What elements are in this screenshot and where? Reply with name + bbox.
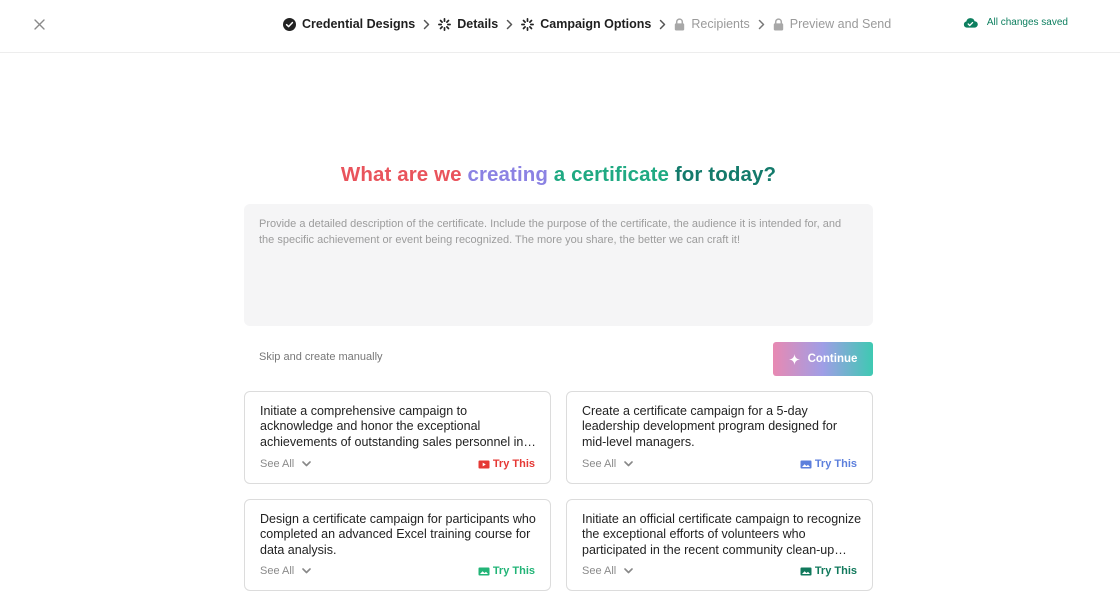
see-all-label: See All [260, 565, 295, 577]
lock-icon [773, 17, 783, 30]
cloud-check-icon [963, 17, 978, 28]
suggestion-text: Initiate a comprehensive campaign to ack… [260, 404, 524, 449]
step-label: Details [457, 17, 499, 31]
save-status: All changes saved [963, 17, 1068, 28]
suggestion-text: Design a certificate campaign for partic… [260, 512, 536, 557]
chevron-right-icon [659, 19, 666, 30]
image-icon [800, 460, 812, 468]
continue-label: Continue [807, 353, 858, 365]
try-this-button[interactable]: Try This [800, 565, 857, 577]
suggestion-text: Create a certificate campaign for a 5-da… [582, 404, 838, 449]
suggestion-card[interactable]: Initiate an official certificate campaig… [566, 499, 873, 591]
chevron-down-icon [624, 568, 634, 574]
try-this-label: Try This [492, 458, 535, 470]
see-all-toggle[interactable]: See All [582, 565, 634, 577]
try-this-label: Try This [492, 565, 535, 577]
check-circle-icon [283, 17, 296, 31]
skip-create-manually-link[interactable]: Skip and create manually [259, 351, 383, 363]
chevron-right-icon [423, 19, 430, 30]
spinner-icon [521, 17, 535, 31]
step-label: Campaign Options [540, 17, 652, 31]
sparkle-icon [788, 353, 800, 365]
image-icon [478, 567, 490, 575]
page-title: What are we creating a certificate for t… [0, 163, 1117, 187]
see-all-label: See All [260, 458, 295, 470]
step-campaign-options[interactable]: Campaign Options [521, 17, 651, 31]
see-all-toggle[interactable]: See All [260, 565, 312, 577]
suggestion-card[interactable]: Initiate a comprehensive campaign to ack… [244, 391, 551, 484]
suggestion-card[interactable]: Create a certificate campaign for a 5-da… [566, 391, 873, 484]
step-label: Recipients [691, 17, 750, 31]
chevron-down-icon [624, 461, 634, 467]
step-label: Credential Designs [302, 17, 416, 31]
try-this-button[interactable]: Try This [800, 458, 857, 470]
chevron-right-icon [506, 19, 513, 30]
step-preview-and-send[interactable]: Preview and Send [773, 17, 891, 31]
description-input[interactable] [244, 204, 873, 326]
try-this-label: Try This [814, 458, 857, 470]
see-all-toggle[interactable]: See All [582, 458, 634, 470]
chevron-down-icon [302, 461, 312, 467]
see-all-label: See All [582, 458, 617, 470]
spinner-icon [438, 17, 452, 31]
title-part: creating [467, 163, 548, 186]
wizard-steps: Credential Designs Details Campaign Opti… [283, 0, 891, 48]
step-label: Preview and Send [789, 17, 892, 31]
chevron-right-icon [758, 19, 765, 30]
try-this-button[interactable]: Try This [478, 458, 535, 470]
video-icon [478, 460, 490, 468]
suggestion-text: Initiate an official certificate campaig… [582, 512, 862, 557]
continue-button[interactable]: Continue [773, 342, 873, 376]
see-all-toggle[interactable]: See All [260, 458, 312, 470]
title-part: for today? [674, 163, 777, 186]
image-icon [800, 567, 812, 575]
step-details[interactable]: Details [438, 17, 498, 31]
title-part: a certificate [553, 163, 670, 186]
try-this-label: Try This [814, 565, 857, 577]
step-recipients[interactable]: Recipients [674, 17, 750, 31]
suggestion-card[interactable]: Design a certificate campaign for partic… [244, 499, 551, 591]
see-all-label: See All [582, 565, 617, 577]
save-status-text: All changes saved [986, 17, 1068, 28]
lock-icon [675, 17, 685, 30]
close-button[interactable] [28, 13, 50, 35]
chevron-down-icon [302, 568, 312, 574]
title-part: What are we [340, 163, 462, 186]
top-bar: Credential Designs Details Campaign Opti… [0, 0, 1120, 53]
try-this-button[interactable]: Try This [478, 565, 535, 577]
close-icon [33, 18, 45, 30]
step-credential-designs[interactable]: Credential Designs [283, 17, 415, 31]
